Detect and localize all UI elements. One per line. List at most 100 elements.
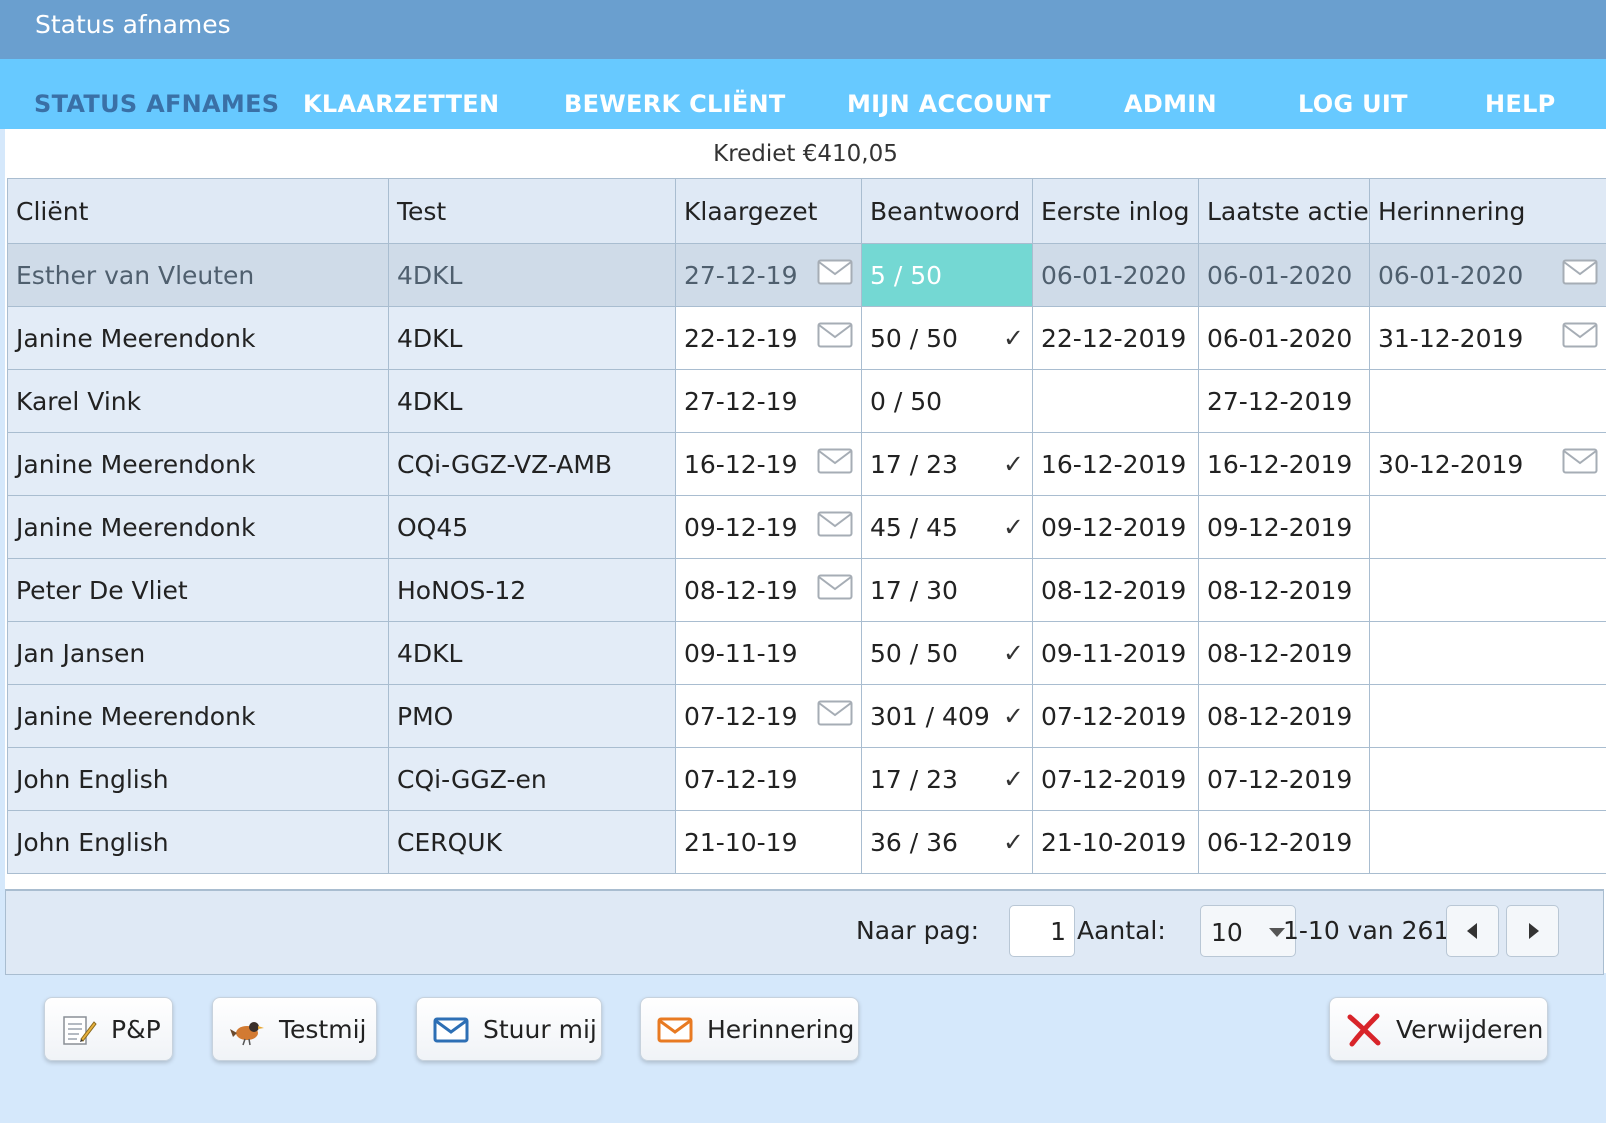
cell-test-text: HoNOS-12 [397,575,527,605]
envelope-icon[interactable] [1562,259,1598,291]
cell-herinnering-text: 31-12-2019 [1378,323,1524,353]
table-header-row: Cliënt Test Klaargezet Beantwoord Eerste… [7,178,1606,244]
cell-client-text: Jan Jansen [16,638,146,668]
cell-client-text: John English [16,827,169,857]
nav-help[interactable]: HELP [1485,90,1556,118]
cell-klaargezet: 07-12-19 [675,684,862,748]
cell-klaargezet-text: 08-12-19 [684,575,798,605]
cell-test: PMO [388,684,676,748]
delete-x-icon [1346,1013,1382,1053]
table-row[interactable]: John English CERQUK 21-10-19 36 / 36 ✓ 21-10-… [7,810,1606,874]
col-header-herinnering[interactable]: Herinnering [1369,178,1606,244]
cell-eerste-inlog: 08-12-2019 [1032,558,1199,622]
envelope-icon[interactable] [817,511,853,543]
cell-beantwoord: 0 / 50 [861,369,1033,433]
cell-klaargezet: 27-12-19 [675,369,862,433]
cell-client: Janine Meerendonk [7,432,389,496]
envelope-icon[interactable] [817,322,853,354]
envelope-icon[interactable] [817,448,853,480]
table-row[interactable]: Esther van Vleuten 4DKL 27-12-19 5 / 50 06-0… [7,243,1606,307]
pp-button[interactable]: P&P [44,997,173,1061]
cell-client-text: Janine Meerendonk [16,323,256,353]
envelope-blue-icon [433,1013,469,1053]
envelope-icon[interactable] [817,574,853,606]
envelope-icon[interactable] [1562,448,1598,480]
check-icon: ✓ [1003,512,1024,542]
nav-bewerk-client[interactable]: BEWERK CLIËNT [564,90,786,118]
table-row[interactable]: Karel Vink 4DKL 27-12-19 0 / 50 27-12-2019 [7,369,1606,433]
cell-laatste-actie: 06-01-2020 [1198,243,1370,307]
table-row[interactable]: Janine Meerendonk PMO 07-12-19 301 / 409 ✓ 07… [7,684,1606,748]
envelope-icon[interactable] [1562,322,1598,354]
pp-label: P&P [111,1015,161,1044]
cell-laatste-actie-text: 16-12-2019 [1207,449,1353,479]
cell-test-text: 4DKL [397,323,463,353]
verwijderen-button[interactable]: Verwijderen [1329,997,1548,1061]
table-row[interactable]: Peter De Vliet HoNOS-12 08-12-19 17 / 30 08-… [7,558,1606,622]
cell-herinnering-text: 06-01-2020 [1378,260,1524,290]
cell-client-text: Janine Meerendonk [16,449,256,479]
cell-beantwoord-text: 50 / 50 [870,638,958,668]
stuur-mij-button[interactable]: Stuur mij [416,997,602,1061]
count-value: 10 [1211,918,1243,947]
cell-klaargezet: 09-11-19 [675,621,862,685]
col-header-eerste-inlog[interactable]: Eerste inlog [1032,178,1199,244]
cell-laatste-actie-text: 06-01-2020 [1207,323,1353,353]
count-select[interactable]: 10 [1200,905,1296,957]
cell-test-text: PMO [397,701,454,731]
check-icon: ✓ [1003,638,1024,668]
nav-klaarzetten[interactable]: KLAARZETTEN [303,90,499,118]
cell-laatste-actie-text: 06-12-2019 [1207,827,1353,857]
nav-log-uit[interactable]: LOG UIT [1298,90,1408,118]
status-table: Cliënt Test Klaargezet Beantwoord Eerste… [7,178,1606,874]
cell-klaargezet-text: 07-12-19 [684,701,798,731]
check-icon: ✓ [1003,827,1024,857]
table-row[interactable]: Jan Jansen 4DKL 09-11-19 50 / 50 ✓ 09-11-2019… [7,621,1606,685]
cell-laatste-actie-text: 08-12-2019 [1207,701,1353,731]
cell-test-text: CQi-GGZ-en [397,764,547,794]
cell-klaargezet-text: 09-12-19 [684,512,798,542]
cell-test-text: CQi-GGZ-VZ-AMB [397,449,613,479]
nav-mijn-account[interactable]: MIJN ACCOUNT [847,90,1051,118]
cell-test: 4DKL [388,369,676,433]
testmij-button[interactable]: Testmij [212,997,377,1061]
col-header-laatste-actie[interactable]: Laatste actie [1198,178,1370,244]
cell-laatste-actie: 08-12-2019 [1198,621,1370,685]
goto-page-input[interactable] [1009,905,1075,957]
cell-laatste-actie-text: 27-12-2019 [1207,386,1353,416]
cell-beantwoord: 5 / 50 [861,243,1033,307]
herinnering-button[interactable]: Herinnering [640,997,859,1061]
cell-herinnering [1369,747,1606,811]
table-row[interactable]: Janine Meerendonk CQi-GGZ-VZ-AMB 16-12-19 1… [7,432,1606,496]
cell-client: Jan Jansen [7,621,389,685]
envelope-icon[interactable] [817,259,853,291]
nav-admin[interactable]: ADMIN [1124,90,1217,118]
table-row[interactable]: Janine Meerendonk OQ45 09-12-19 45 / 45 ✓ 09-… [7,495,1606,559]
cell-herinnering [1369,810,1606,874]
goto-page-label: Naar pag: [856,916,980,945]
cell-beantwoord-text: 50 / 50 [870,323,958,353]
col-header-beantwoord[interactable]: Beantwoord [861,178,1033,244]
cell-herinnering [1369,558,1606,622]
cell-eerste-inlog: 21-10-2019 [1032,810,1199,874]
next-page-button[interactable] [1506,905,1559,957]
nav-status-afnames[interactable]: STATUS AFNAMES [34,90,279,118]
table-row[interactable]: Janine Meerendonk 4DKL 22-12-19 50 / 50 ✓ 22-… [7,306,1606,370]
credit-balance: Krediet €410,05 [713,141,898,167]
col-header-test[interactable]: Test [388,178,676,244]
prev-page-button[interactable] [1446,905,1499,957]
table-row[interactable]: John English CQi-GGZ-en 07-12-19 17 / 23 ✓ 07… [7,747,1606,811]
window-title: Status afnames [35,10,231,39]
cell-herinnering: 30-12-2019 [1369,432,1606,496]
cell-klaargezet: 16-12-19 [675,432,862,496]
verwijderen-label: Verwijderen [1396,1015,1544,1044]
col-header-klaargezet[interactable]: Klaargezet [675,178,862,244]
cell-klaargezet: 07-12-19 [675,747,862,811]
envelope-icon[interactable] [817,700,853,732]
cell-beantwoord-text: 17 / 30 [870,575,958,605]
cell-client: Peter De Vliet [7,558,389,622]
cell-eerste-inlog: 06-01-2020 [1032,243,1199,307]
col-header-client[interactable]: Cliënt [7,178,389,244]
cell-beantwoord: 36 / 36 ✓ [861,810,1033,874]
cell-laatste-actie: 16-12-2019 [1198,432,1370,496]
